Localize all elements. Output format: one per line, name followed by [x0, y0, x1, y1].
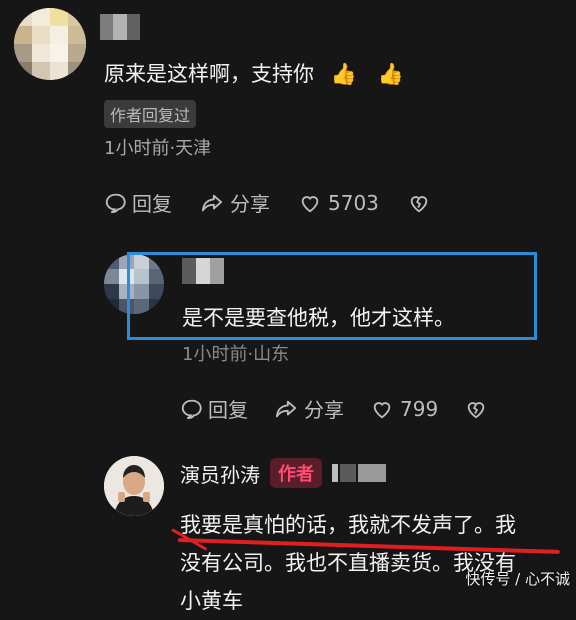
- comment-text: 原来是这样啊，支持你 👍 👍: [104, 58, 404, 88]
- reply-button[interactable]: 回复: [104, 188, 172, 217]
- comment-text: 是不是要查他税，他才这样。: [182, 306, 455, 330]
- author-replied-badge: 作者回复过: [104, 100, 197, 128]
- username-blurred[interactable]: [182, 258, 224, 284]
- thumbs-up-icon: 👍: [377, 62, 404, 86]
- username-blurred: [332, 464, 386, 482]
- heart-icon: [373, 401, 391, 418]
- comment-line: 我要是真怕的话，我就不发声了。我: [180, 513, 516, 537]
- comment-meta: 1小时前·山东: [182, 344, 290, 365]
- like-button[interactable]: 799: [370, 394, 438, 423]
- share-label: 分享: [304, 398, 344, 422]
- author-avatar[interactable]: [104, 456, 164, 516]
- person-portrait-icon: [104, 456, 164, 516]
- like-count: 5703: [328, 190, 379, 215]
- share-button[interactable]: 分享: [200, 188, 270, 217]
- username-blurred[interactable]: [100, 14, 140, 40]
- heart-icon: [301, 195, 319, 212]
- share-label: 分享: [230, 192, 270, 216]
- comment-actions: 回复 分享 5703: [104, 188, 431, 217]
- author-badge: 作者: [270, 458, 322, 488]
- like-button[interactable]: 5703: [298, 188, 379, 217]
- speech-bubble-icon: [105, 193, 126, 213]
- share-arrow-icon: [275, 400, 297, 417]
- reply-label: 回复: [208, 398, 248, 422]
- avatar[interactable]: [14, 8, 86, 80]
- like-count: 799: [400, 396, 439, 421]
- reply-label: 回复: [132, 192, 172, 216]
- comment-meta: 1小时前·天津: [104, 138, 212, 159]
- broken-heart-icon: [467, 401, 485, 418]
- dislike-button[interactable]: [464, 394, 488, 423]
- comment-text: 我要是真怕的话，我就不发声了。我 没有公司。我也不直播卖货。我没有 小黄车: [180, 506, 516, 620]
- reply-button[interactable]: 回复: [180, 394, 248, 423]
- comment-actions: 回复 分享 799: [180, 394, 488, 423]
- dislike-button[interactable]: [407, 188, 431, 217]
- watermark: 快传号 / 心不诚: [465, 570, 570, 588]
- thumbs-up-icon: 👍: [330, 62, 357, 86]
- broken-heart-icon: [410, 195, 428, 212]
- author-header: 演员孙涛 作者: [180, 458, 386, 488]
- author-username[interactable]: 演员孙涛: [180, 459, 260, 488]
- share-button[interactable]: 分享: [274, 394, 344, 423]
- speech-bubble-icon: [181, 399, 202, 419]
- share-arrow-icon: [201, 194, 223, 211]
- comment-text-content: 原来是这样啊，支持你: [104, 62, 314, 86]
